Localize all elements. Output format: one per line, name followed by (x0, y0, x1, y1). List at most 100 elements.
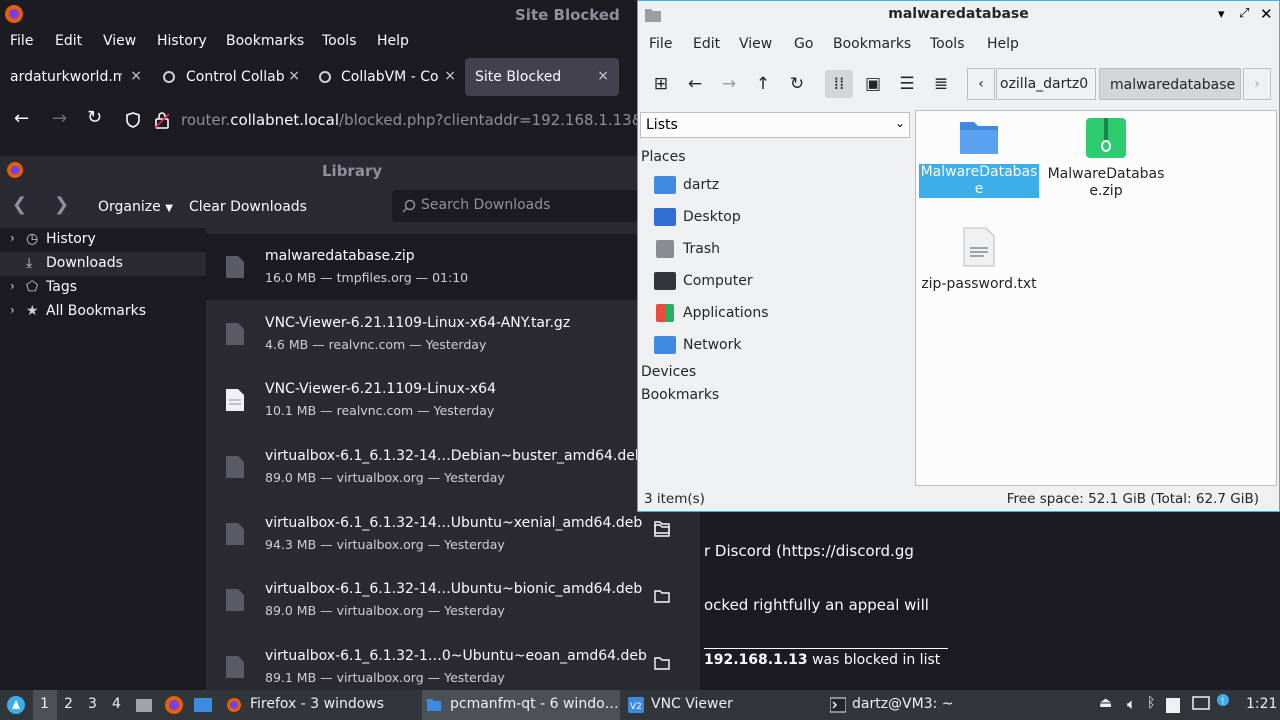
menu-file[interactable]: File (10, 33, 33, 49)
clock[interactable]: 1:21 (1246, 696, 1277, 712)
breadcrumb-scroll-right[interactable]: › (1243, 68, 1271, 100)
close-icon[interactable]: ✕ (1260, 5, 1273, 23)
menu-go[interactable]: Go (794, 36, 813, 52)
firefox-titlebar[interactable]: Site Blocked (0, 0, 700, 28)
compact-view-icon[interactable]: ☰ (893, 70, 921, 98)
firefox-launcher-icon[interactable] (164, 695, 184, 715)
forward-arrow-icon[interactable]: → (715, 70, 743, 98)
task-firefox[interactable]: Firefox - 3 windows (222, 690, 418, 720)
bookmarks-header[interactable]: Bookmarks (641, 387, 719, 403)
organize-button[interactable]: Organize ▼ (98, 199, 173, 215)
thumbnail-view-icon[interactable]: ▣ (859, 70, 887, 98)
tab-ardaturkworld[interactable]: ardaturkworld.ml/ × (0, 58, 152, 96)
download-item[interactable]: virtualbox-6.1_6.1.32-14…Debian~buster_a… (206, 434, 700, 500)
menu-help[interactable]: Help (377, 33, 409, 49)
menu-bookmarks[interactable]: Bookmarks (833, 36, 911, 52)
sidebar-item-downloads[interactable]: ⤓ Downloads (0, 252, 206, 276)
close-icon[interactable]: × (597, 68, 609, 84)
task-pcmanfm[interactable]: pcmanfm-qt - 6 windo… (422, 690, 620, 720)
file-manager-launcher-icon[interactable] (135, 696, 153, 714)
tab-site-blocked[interactable]: Site Blocked × (465, 58, 619, 96)
menu-help[interactable]: Help (987, 36, 1019, 52)
notification-icon[interactable]: ! (1215, 693, 1231, 711)
library-titlebar[interactable]: Library (0, 156, 700, 184)
lock-warning-icon[interactable] (154, 111, 170, 129)
bluetooth-icon[interactable]: ᛒ (1147, 695, 1155, 711)
desktop-switch-1[interactable]: 1 (40, 696, 49, 712)
menu-history[interactable]: History (157, 33, 207, 49)
tab-control-collab[interactable]: Control Collab × (158, 58, 310, 96)
download-item[interactable]: virtualbox-6.1_6.1.32-14…Ubuntu~xenial_a… (206, 501, 700, 567)
folder-icon[interactable] (654, 589, 670, 603)
menu-edit[interactable]: Edit (693, 36, 720, 52)
file-manager-titlebar[interactable]: malwaredatabase ▾ ⤢ ✕ (638, 1, 1279, 29)
clipboard-icon[interactable] (1165, 696, 1181, 714)
new-tab-icon[interactable]: ⊞ (647, 70, 675, 98)
folder-icon[interactable] (654, 520, 670, 538)
desktop-switch-2[interactable]: 2 (64, 696, 73, 712)
menu-tools[interactable]: Tools (930, 36, 965, 52)
show-desktop-icon[interactable] (193, 696, 213, 714)
place-computer[interactable]: Computer (640, 268, 910, 296)
back-icon[interactable]: ❮ (12, 194, 27, 215)
forward-icon[interactable]: ❯ (54, 194, 69, 215)
sidebar-item-history[interactable]: › ◷ History (0, 228, 206, 252)
back-arrow-icon[interactable]: ← (681, 70, 709, 98)
minimize-icon[interactable]: ▾ (1218, 7, 1225, 22)
download-item[interactable]: VNC-Viewer-6.21.1109-Linux-x64-ANY.tar.g… (206, 301, 700, 367)
place-trash[interactable]: Trash (640, 236, 910, 264)
devices-header[interactable]: Devices (641, 364, 696, 380)
detailed-view-icon[interactable]: ≣ (927, 70, 955, 98)
places-header[interactable]: Places (641, 149, 686, 165)
breadcrumb-item-current[interactable]: malwaredatabase (1099, 68, 1241, 100)
shield-icon[interactable] (124, 111, 142, 129)
desktop-switch-4[interactable]: 4 (112, 696, 121, 712)
place-network[interactable]: Network (640, 332, 910, 360)
download-item[interactable]: malwaredatabase.zip 16.0 MB — tmpfiles.o… (206, 234, 700, 300)
menu-edit[interactable]: Edit (55, 33, 82, 49)
menu-view[interactable]: View (739, 36, 772, 52)
clear-downloads-button[interactable]: Clear Downloads (189, 199, 307, 215)
folder-icon[interactable] (654, 656, 670, 670)
menu-view[interactable]: View (103, 33, 136, 49)
icon-view-icon[interactable]: ⁞⁞ (825, 70, 853, 98)
close-icon[interactable]: × (288, 68, 300, 84)
file-item-folder[interactable]: MalwareDatabase (919, 118, 1039, 198)
task-terminal[interactable]: dartz@VM3: ~ (826, 690, 1026, 720)
volume-icon[interactable]: 🔈︎ (1127, 695, 1136, 713)
up-arrow-icon[interactable]: ↑ (749, 70, 777, 98)
reload-icon[interactable]: ↻ (783, 70, 811, 98)
close-icon[interactable]: × (130, 68, 142, 84)
sidebar-item-all-bookmarks[interactable]: › ★ All Bookmarks (0, 300, 206, 324)
back-arrow-icon[interactable]: ← (14, 108, 29, 129)
reload-icon[interactable]: ↻ (87, 107, 102, 128)
place-desktop[interactable]: Desktop (640, 204, 910, 232)
place-dartz[interactable]: dartz (640, 172, 910, 200)
side-pane-mode-select[interactable]: Lists ⌄ (640, 112, 910, 138)
menu-bookmarks[interactable]: Bookmarks (226, 33, 304, 49)
task-vnc-viewer[interactable]: V2 VNC Viewer (624, 690, 820, 720)
expand-icon[interactable]: › (10, 231, 15, 245)
tab-collabvm[interactable]: CollabVM - Co × (314, 58, 466, 96)
file-item-text[interactable]: zip-password.txt (919, 226, 1039, 293)
breadcrumb-item[interactable]: ozilla_dartz0 (996, 68, 1096, 100)
search-downloads-input[interactable]: Search Downloads (392, 190, 652, 222)
file-item-zip[interactable]: MalwareDatabase.zip (1046, 118, 1166, 200)
expand-icon[interactable]: › (10, 279, 15, 293)
forward-arrow-icon[interactable]: → (52, 108, 67, 129)
download-item[interactable]: virtualbox-6.1_6.1.32-14…Ubuntu~bionic_a… (206, 567, 700, 633)
display-icon[interactable] (1192, 696, 1210, 712)
start-menu-icon[interactable] (6, 695, 26, 715)
eject-icon[interactable]: ⏏ (1099, 695, 1112, 711)
sidebar-item-tags[interactable]: › ⬠ Tags (0, 276, 206, 300)
menu-tools[interactable]: Tools (322, 33, 357, 49)
url-bar[interactable]: router.collabnet.local/blocked.php?clien… (118, 104, 718, 136)
desktop-switch-3[interactable]: 3 (88, 696, 97, 712)
place-applications[interactable]: Applications (640, 300, 910, 328)
menu-file[interactable]: File (649, 36, 672, 52)
expand-icon[interactable]: › (10, 303, 15, 317)
close-icon[interactable]: × (444, 68, 456, 84)
download-item[interactable]: VNC-Viewer-6.21.1109-Linux-x64 10.1 MB —… (206, 367, 700, 433)
maximize-icon[interactable]: ⤢ (1239, 6, 1249, 21)
breadcrumb-scroll-left[interactable]: ‹ (967, 68, 995, 100)
